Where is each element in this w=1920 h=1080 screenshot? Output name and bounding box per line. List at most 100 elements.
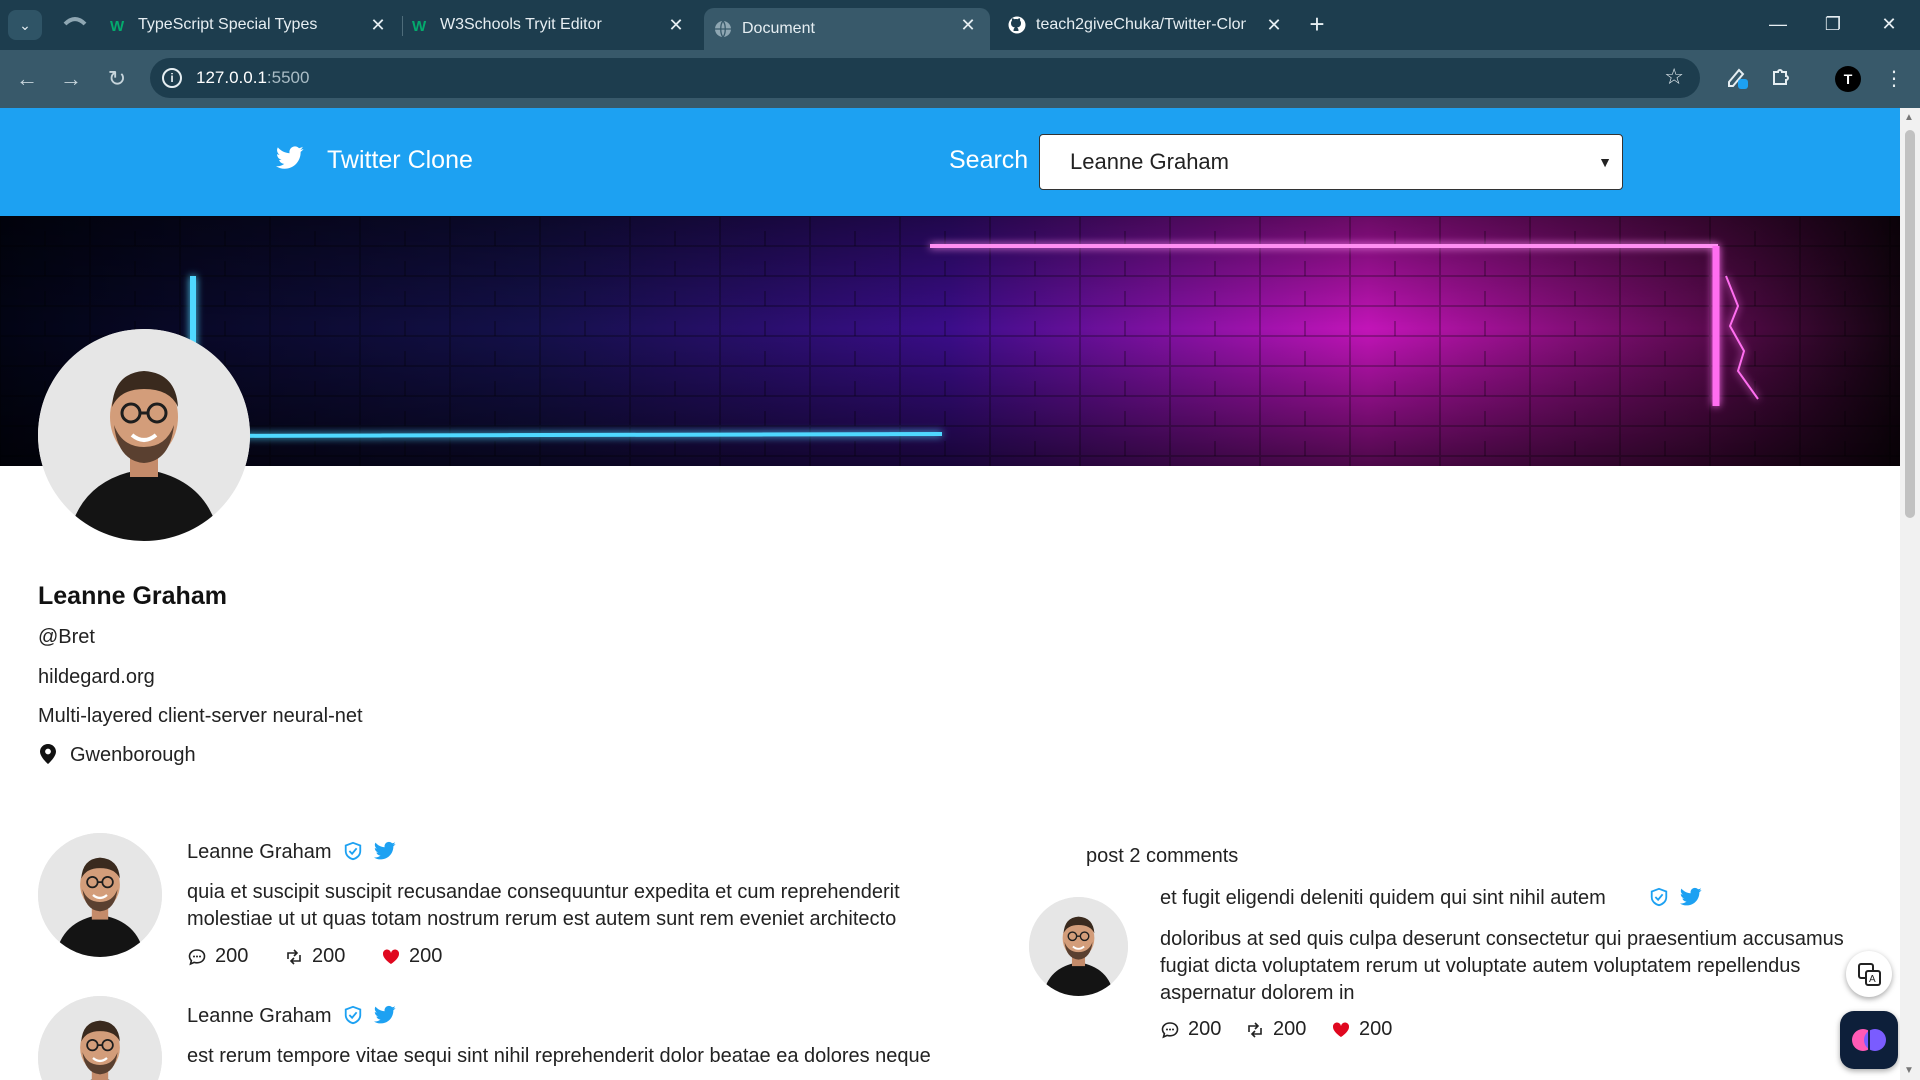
minimize-window-icon[interactable]: — bbox=[1755, 8, 1801, 40]
reload-icon[interactable]: ↻ bbox=[102, 64, 132, 94]
restore-window-icon[interactable]: ❐ bbox=[1810, 8, 1856, 40]
close-window-icon[interactable]: ✕ bbox=[1866, 8, 1912, 40]
tab-title: teach2giveChuka/Twitter-Clon bbox=[1036, 16, 1246, 33]
comment-count-value: 200 bbox=[1188, 1018, 1222, 1040]
post-avatar[interactable] bbox=[38, 996, 162, 1080]
extensions-puzzle-icon[interactable] bbox=[1767, 64, 1797, 94]
cover-banner bbox=[0, 216, 1900, 466]
svg-text:A: A bbox=[1869, 974, 1876, 985]
like-count[interactable]: 200 bbox=[1331, 1018, 1392, 1041]
translate-icon: A bbox=[1858, 963, 1881, 986]
user-search-select[interactable]: Leanne Graham ▼ bbox=[1039, 134, 1623, 190]
comments-panel-title: post 2 comments bbox=[1086, 845, 1239, 867]
tab-separator bbox=[402, 16, 403, 36]
person-avatar-image bbox=[38, 996, 162, 1080]
tab-typescript-special-types[interactable]: W TypeScript Special Types ✕ bbox=[110, 8, 400, 42]
browser-toolbar: ← → ↻ i 127.0.0.1:5500 ☆ bbox=[0, 50, 1920, 108]
twitter-bird-icon[interactable] bbox=[276, 146, 304, 170]
retweet-icon bbox=[1245, 1020, 1265, 1040]
chevron-down-icon: ▼ bbox=[1598, 154, 1612, 170]
page-scrollbar[interactable]: ▲ ▼ bbox=[1900, 108, 1920, 1080]
profile-avatar[interactable] bbox=[38, 329, 250, 541]
person-avatar-image bbox=[1029, 897, 1128, 996]
verified-badge-icon bbox=[344, 1005, 362, 1025]
bookmark-star-icon[interactable]: ☆ bbox=[1664, 64, 1684, 90]
heart-icon bbox=[1331, 1020, 1351, 1040]
twitter-bird-icon bbox=[1680, 887, 1702, 906]
comment-icon bbox=[1160, 1020, 1180, 1040]
comment-count[interactable]: 200 bbox=[1160, 1018, 1221, 1041]
close-tab-icon[interactable]: ✕ bbox=[958, 15, 978, 35]
page-viewport: Twitter Clone Search Leanne Graham ▼ Lea… bbox=[0, 108, 1900, 1080]
profile-catchphrase: Multi-layered client-server neural-net bbox=[38, 705, 363, 727]
twitter-bird-icon bbox=[374, 1005, 396, 1024]
verified-badge-icon bbox=[1650, 887, 1668, 907]
retweet-icon bbox=[284, 947, 304, 967]
svg-text:W: W bbox=[412, 18, 427, 32]
close-tab-icon[interactable]: ✕ bbox=[666, 15, 686, 35]
search-label: Search bbox=[949, 146, 1029, 174]
profile-name: Leanne Graham bbox=[38, 582, 227, 610]
person-avatar-image bbox=[38, 329, 250, 541]
tab-search-menu-button[interactable]: ⌄ bbox=[8, 10, 42, 40]
tab-title: TypeScript Special Types bbox=[138, 16, 318, 33]
chevron-down-icon: ⌄ bbox=[19, 16, 31, 33]
profile-city: Gwenborough bbox=[70, 744, 196, 766]
comment-avatar[interactable] bbox=[1029, 897, 1128, 996]
like-count[interactable]: 200 bbox=[381, 945, 442, 968]
browser-tab-bar: ⌄ W TypeScript Special Types ✕ W W3Schoo… bbox=[0, 0, 1920, 50]
post-author[interactable]: Leanne Graham bbox=[187, 841, 332, 864]
retweet-count[interactable]: 200 bbox=[1245, 1018, 1306, 1041]
globe-icon bbox=[714, 20, 732, 38]
new-tab-button[interactable]: + bbox=[1302, 10, 1332, 40]
browser-menu-icon[interactable]: ⋮ bbox=[1879, 64, 1909, 94]
post-author[interactable]: Leanne Graham bbox=[187, 1005, 332, 1028]
brain-icon bbox=[1852, 1029, 1886, 1051]
scroll-down-arrow-icon[interactable]: ▼ bbox=[1904, 1065, 1914, 1076]
site-info-icon[interactable]: i bbox=[162, 68, 182, 88]
back-arrow-icon[interactable]: ← bbox=[12, 64, 42, 94]
github-icon bbox=[1008, 16, 1026, 34]
comment-icon bbox=[187, 947, 207, 967]
comment-title[interactable]: et fugit eligendi deleniti quidem qui si… bbox=[1160, 887, 1606, 910]
twitter-bird-icon bbox=[374, 841, 396, 860]
svg-text:W: W bbox=[110, 18, 125, 32]
comment-count[interactable]: 200 bbox=[187, 945, 248, 968]
retweet-count[interactable]: 200 bbox=[284, 945, 345, 968]
address-bar[interactable]: i 127.0.0.1:5500 ☆ bbox=[150, 58, 1700, 98]
scroll-up-arrow-icon[interactable]: ▲ bbox=[1904, 112, 1914, 123]
url-host: 127.0.0.1 bbox=[196, 68, 267, 87]
like-count-value: 200 bbox=[1359, 1018, 1393, 1040]
retweet-count-value: 200 bbox=[312, 945, 346, 967]
retweet-count-value: 200 bbox=[1273, 1018, 1307, 1040]
comment-body: doloribus at sed quis culpa deserunt con… bbox=[1160, 928, 1844, 1004]
tab-w3schools-tryit-editor[interactable]: W W3Schools Tryit Editor ✕ bbox=[412, 8, 698, 42]
extension-edit-icon[interactable] bbox=[1722, 64, 1752, 94]
w3schools-favicon-icon: W bbox=[110, 16, 128, 34]
location-pin-icon bbox=[40, 744, 56, 764]
comment-count-value: 200 bbox=[215, 945, 249, 967]
url-port: :5500 bbox=[266, 68, 310, 87]
close-tab-icon[interactable]: ✕ bbox=[1264, 15, 1284, 35]
address-url: 127.0.0.1:5500 bbox=[196, 68, 309, 88]
tab-document[interactable]: Document ✕ bbox=[704, 8, 990, 50]
like-count-value: 200 bbox=[409, 945, 443, 967]
profile-website[interactable]: hildegard.org bbox=[38, 666, 155, 689]
loading-tab-icon[interactable] bbox=[62, 14, 88, 34]
post-body: est rerum tempore vitae sequi sint nihil… bbox=[187, 1045, 931, 1067]
scrollbar-thumb[interactable] bbox=[1905, 130, 1915, 518]
post-body: quia et suscipit suscipit recusandae con… bbox=[187, 881, 900, 930]
person-avatar-image bbox=[38, 833, 162, 957]
translate-float-button[interactable]: A bbox=[1846, 951, 1892, 997]
verified-badge-icon bbox=[344, 841, 362, 861]
profile-username: @Bret bbox=[38, 626, 95, 648]
browser-profile-avatar[interactable]: T bbox=[1835, 66, 1861, 92]
brand-name[interactable]: Twitter Clone bbox=[327, 146, 473, 175]
post-avatar[interactable] bbox=[38, 833, 162, 957]
ai-assistant-float-button[interactable] bbox=[1840, 1011, 1898, 1069]
forward-arrow-icon[interactable]: → bbox=[56, 64, 86, 94]
tab-title: Document bbox=[742, 20, 815, 37]
close-tab-icon[interactable]: ✕ bbox=[368, 15, 388, 35]
tab-title: W3Schools Tryit Editor bbox=[440, 16, 602, 33]
tab-github-twitter-clone[interactable]: teach2giveChuka/Twitter-Clon ✕ bbox=[1008, 8, 1296, 42]
